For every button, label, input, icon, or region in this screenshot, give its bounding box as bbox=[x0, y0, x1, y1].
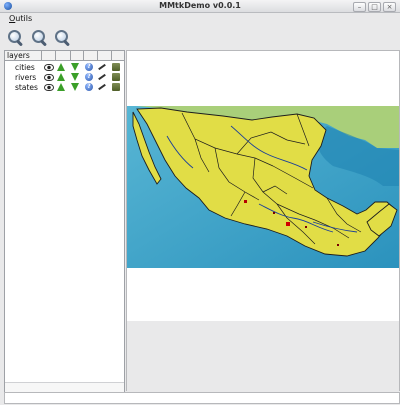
layer-row[interactable]: states ? bbox=[5, 82, 124, 92]
title-bar: MMtkDemo v0.0.1 – □ × bbox=[0, 0, 400, 13]
pencil-icon[interactable] bbox=[98, 83, 106, 91]
info-icon[interactable]: ? bbox=[85, 73, 93, 81]
eye-icon[interactable] bbox=[44, 64, 54, 71]
layer-row[interactable]: cities ? bbox=[5, 62, 124, 72]
close-button[interactable]: × bbox=[383, 2, 396, 12]
maximize-button[interactable]: □ bbox=[368, 2, 381, 12]
arrow-up-icon[interactable] bbox=[57, 83, 65, 91]
arrow-down-icon[interactable] bbox=[71, 83, 79, 91]
trash-icon[interactable] bbox=[112, 73, 120, 81]
map-view[interactable] bbox=[126, 50, 400, 322]
layer-name: rivers bbox=[15, 73, 37, 82]
trash-icon[interactable] bbox=[112, 63, 120, 71]
layer-name: states bbox=[15, 83, 38, 92]
menu-bar: Outils bbox=[0, 13, 400, 26]
zoom-extent-button[interactable] bbox=[52, 28, 71, 47]
status-bar bbox=[4, 392, 400, 404]
info-icon[interactable]: ? bbox=[85, 63, 93, 71]
eye-icon[interactable] bbox=[44, 84, 54, 91]
layers-header: layers bbox=[5, 51, 124, 61]
pencil-icon[interactable] bbox=[98, 63, 106, 71]
window-controls: – □ × bbox=[353, 2, 396, 12]
layers-panel: layers cities ? rivers ? states ? bbox=[4, 50, 125, 394]
toolbar bbox=[0, 26, 400, 49]
window-title: MMtkDemo v0.0.1 bbox=[159, 1, 241, 10]
arrow-up-icon[interactable] bbox=[57, 73, 65, 81]
arrow-up-icon[interactable] bbox=[57, 63, 65, 71]
arrow-down-icon[interactable] bbox=[71, 73, 79, 81]
zoom-in-button[interactable] bbox=[5, 28, 24, 47]
layer-row[interactable]: rivers ? bbox=[5, 72, 124, 82]
map-canvas[interactable] bbox=[127, 106, 399, 268]
eye-icon[interactable] bbox=[44, 74, 54, 81]
trash-icon[interactable] bbox=[112, 83, 120, 91]
minimize-button[interactable]: – bbox=[353, 2, 366, 12]
zoom-out-button[interactable] bbox=[29, 28, 48, 47]
info-icon[interactable]: ? bbox=[85, 83, 93, 91]
arrow-down-icon[interactable] bbox=[71, 63, 79, 71]
menu-outils[interactable]: Outils bbox=[9, 14, 32, 23]
layers-header-label: layers bbox=[7, 51, 30, 60]
map-lower-area bbox=[126, 321, 400, 391]
layer-name: cities bbox=[15, 63, 35, 72]
pencil-icon[interactable] bbox=[98, 73, 106, 81]
